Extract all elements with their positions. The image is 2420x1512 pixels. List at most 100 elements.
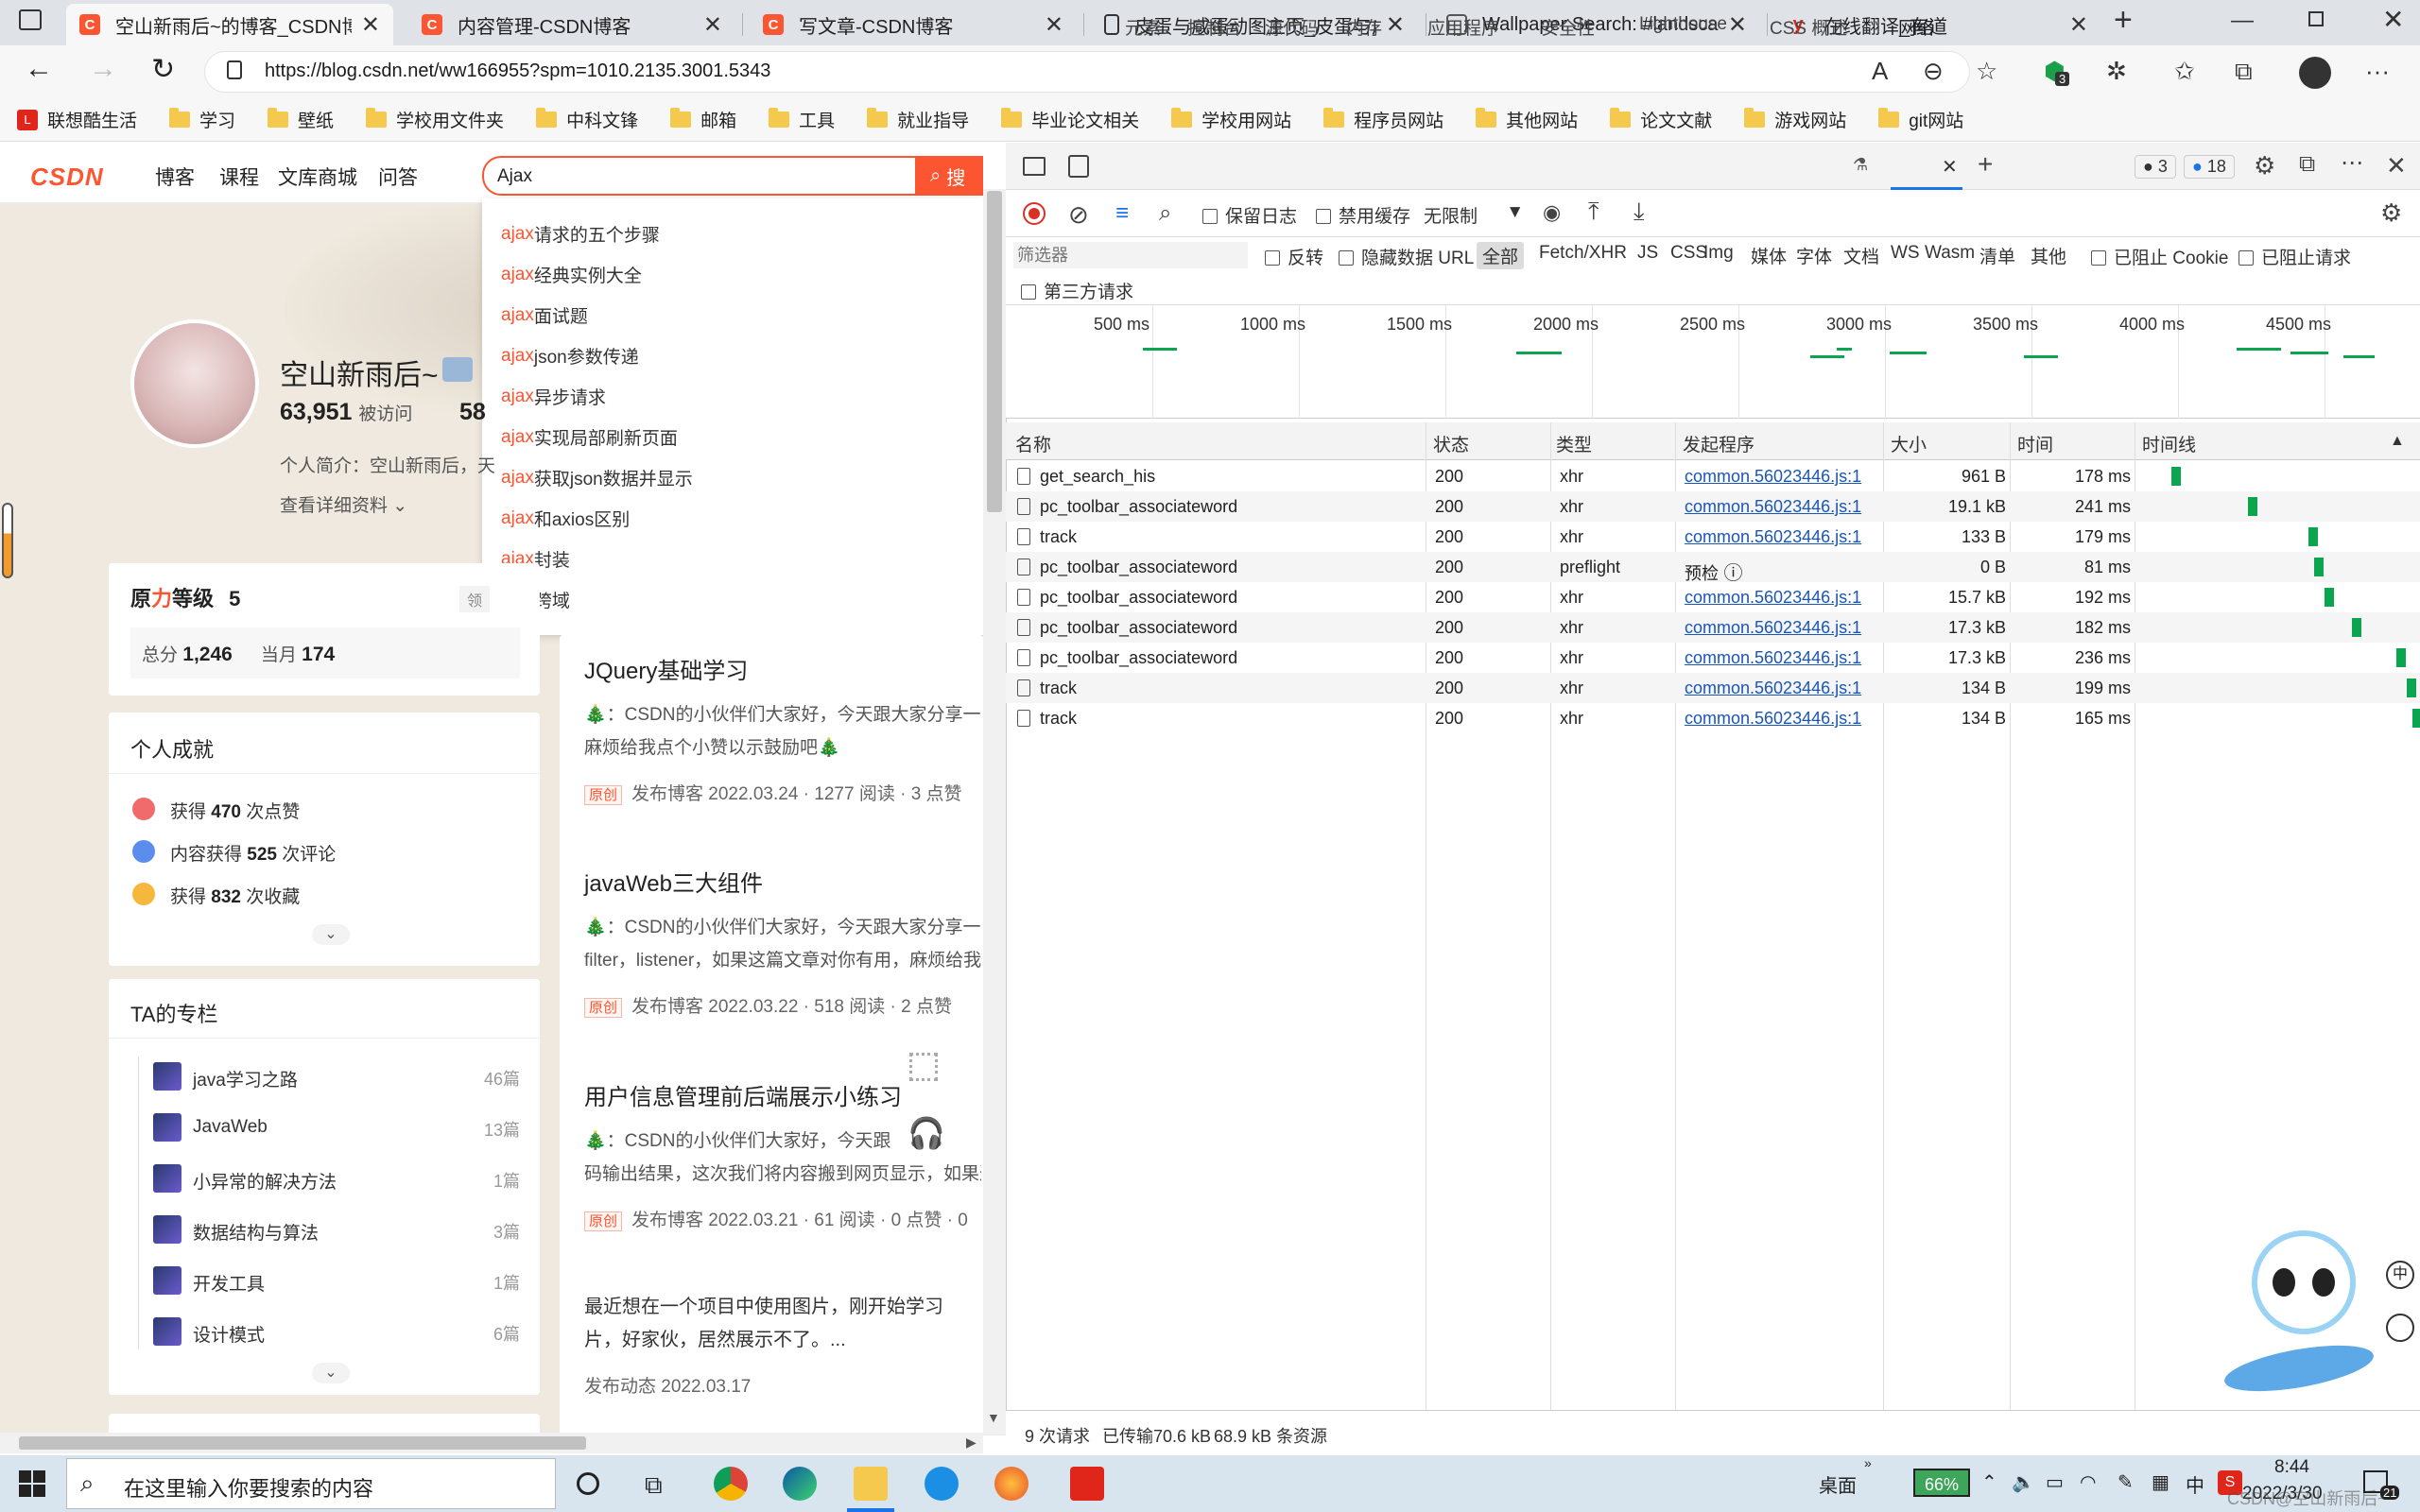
- zoom-icon[interactable]: ⊖: [1923, 57, 1944, 86]
- column-item-name[interactable]: 开发工具: [193, 1270, 265, 1296]
- column-header-0[interactable]: 名称: [1015, 431, 1051, 456]
- devtools-tab-3[interactable]: 内存: [1346, 14, 1382, 40]
- inspect-element-icon[interactable]: [1023, 157, 1046, 176]
- avatar-image[interactable]: [130, 319, 259, 448]
- column-item-name[interactable]: java学习之路: [193, 1066, 298, 1091]
- column-header-4[interactable]: 大小: [1891, 431, 1927, 456]
- bookmark-item[interactable]: 工具: [769, 107, 835, 132]
- cortana-icon[interactable]: [577, 1472, 599, 1495]
- url-text[interactable]: https://blog.csdn.net/ww166955?spm=1010.…: [265, 60, 770, 82]
- view-detail-link[interactable]: 查看详细资料 ⌄: [280, 491, 407, 517]
- xmind-icon[interactable]: [1070, 1467, 1104, 1501]
- preserve-log-checkbox[interactable]: 保留日志: [1202, 202, 1297, 228]
- clock-time[interactable]: 8:44: [2274, 1457, 2309, 1478]
- devtools-tab-5[interactable]: 安全性: [1541, 14, 1595, 40]
- network-request-row[interactable]: pc_toolbar_associateword 200 xhr common.560…: [1006, 582, 2420, 612]
- messages-counter[interactable]: ● 18: [2184, 155, 2235, 179]
- record-icon[interactable]: [1023, 202, 1046, 225]
- request-initiator[interactable]: common.56023446.js:1: [1685, 497, 1861, 517]
- favorites-icon[interactable]: ✩: [2174, 57, 2195, 86]
- qrcode-icon[interactable]: [909, 1053, 938, 1081]
- network-filter-input[interactable]: [1013, 242, 1248, 268]
- bookmark-item[interactable]: git网站: [1878, 107, 1963, 132]
- csdn-search-input[interactable]: Ajax: [482, 156, 917, 196]
- column-item-name[interactable]: JavaWeb: [193, 1117, 268, 1138]
- close-network-tab-icon[interactable]: ✕: [1942, 155, 1958, 179]
- bookmark-item[interactable]: L 联想酷生活: [17, 107, 137, 132]
- battery-indicator[interactable]: 66%: [1913, 1469, 1970, 1497]
- read-aloud-icon[interactable]: A: [1872, 57, 1888, 86]
- side-slider-handle[interactable]: [2, 503, 13, 578]
- collections-icon[interactable]: ⧉: [2235, 57, 2253, 87]
- page-hscroll-thumb[interactable]: [19, 1436, 586, 1450]
- edge-icon[interactable]: [783, 1467, 817, 1501]
- suggestion-item[interactable]: ajax 和axios区别: [482, 498, 983, 539]
- bookmark-item[interactable]: 就业指导: [867, 107, 969, 132]
- hide-data-url-checkbox[interactable]: 隐藏数据 URL: [1339, 244, 1474, 269]
- type-filter-7[interactable]: 文档: [1838, 242, 1885, 269]
- throttle-select[interactable]: 无限制 ▼: [1424, 202, 1524, 227]
- column-item-name[interactable]: 设计模式: [193, 1321, 265, 1347]
- column-header-2[interactable]: 类型: [1556, 431, 1592, 456]
- issues-counter[interactable]: ● 3: [2135, 155, 2176, 179]
- search-network-icon[interactable]: ⌕: [1159, 200, 1171, 227]
- close-tab-icon[interactable]: ✕: [2069, 11, 2088, 39]
- pen-icon[interactable]: ✎: [2118, 1470, 2134, 1494]
- article-item[interactable]: JQuery基础学习 🎄：CSDN的小伙伴们大家好，今天跟大家分享一 麻烦给我点个小…: [584, 652, 981, 805]
- back-icon[interactable]: ←: [25, 53, 53, 85]
- close-tab-icon[interactable]: ✕: [1045, 11, 1063, 39]
- refresh-icon[interactable]: ↻: [151, 53, 175, 86]
- devtools-more-icon[interactable]: ⋯: [2341, 149, 2363, 177]
- devtools-tab-0[interactable]: 元素: [1125, 14, 1161, 40]
- close-tab-icon[interactable]: ✕: [1386, 11, 1405, 39]
- article-item[interactable]: 用户信息管理前后端展示小练习 🎄：CSDN的小伙伴们大家好，今天跟 码输出结果，这…: [584, 1078, 981, 1231]
- preflight-icon[interactable]: ⓘ: [1719, 563, 1743, 584]
- bookmark-item[interactable]: 中科文锋: [536, 107, 638, 132]
- volume-icon[interactable]: 🔈: [2012, 1470, 2035, 1494]
- chrome-icon[interactable]: [714, 1467, 748, 1501]
- request-initiator[interactable]: common.56023446.js:1: [1685, 618, 1861, 638]
- bookmark-item[interactable]: 毕业论文相关: [1001, 107, 1139, 132]
- suggestion-item[interactable]: ajax json参数传递: [482, 335, 983, 376]
- network-request-row[interactable]: track 200 xhr common.56023446.js:1 133 B 179 …: [1006, 522, 2420, 552]
- network-icon[interactable]: ▦: [2152, 1470, 2169, 1494]
- favorite-add-icon[interactable]: ☆: [1976, 57, 1997, 86]
- import-har-icon[interactable]: ⤒: [1588, 197, 1599, 227]
- power-icon[interactable]: ▭: [2046, 1470, 2064, 1494]
- close-tab-icon[interactable]: ✕: [703, 11, 722, 39]
- suggestion-item[interactable]: ajax 面试题: [482, 295, 983, 335]
- disable-cache-checkbox[interactable]: 禁用缓存: [1316, 202, 1410, 228]
- csdn-logo[interactable]: CSDN: [30, 163, 104, 192]
- scroll-right-arrow[interactable]: ▶: [966, 1435, 977, 1451]
- filter-icon[interactable]: ≡: [1115, 200, 1129, 227]
- article-item[interactable]: javaWeb三大组件 🎄：CSDN的小伙伴们大家好，今天跟大家分享一下 filte…: [584, 865, 981, 1018]
- type-filter-10[interactable]: 清单: [1974, 242, 2021, 269]
- column-item-name[interactable]: 数据结构与算法: [193, 1219, 319, 1245]
- ime-indicator[interactable]: 中: [2186, 1470, 2204, 1498]
- request-initiator[interactable]: common.56023446.js:1: [1685, 648, 1861, 668]
- blocked-requests-checkbox[interactable]: 已阻止请求: [2238, 244, 2351, 269]
- browser-tab-1[interactable]: C 内容管理-CSDN博客 ✕: [408, 4, 735, 45]
- column-header-6[interactable]: 时间线: [2142, 431, 2196, 456]
- network-conditions-icon[interactable]: ◉: [1543, 200, 1561, 225]
- bookmark-item[interactable]: 其他网站: [1476, 107, 1578, 132]
- bookmark-item[interactable]: 学校用网站: [1171, 107, 1291, 132]
- type-filter-4[interactable]: Img: [1698, 242, 1739, 265]
- wifi-icon[interactable]: ◠: [2080, 1470, 2096, 1494]
- tab-actions-icon[interactable]: [19, 9, 42, 30]
- type-filter-11[interactable]: 其他: [2025, 242, 2072, 269]
- column-header-1[interactable]: 状态: [1433, 431, 1469, 456]
- firefox-icon[interactable]: [994, 1467, 1028, 1501]
- ime-tool-icon[interactable]: [2386, 1314, 2414, 1342]
- devtools-tab-6[interactable]: Lighthouse: [1639, 14, 1727, 35]
- suggestion-item[interactable]: ajax跨域: [482, 579, 983, 620]
- request-initiator[interactable]: common.56023446.js:1: [1685, 679, 1861, 698]
- type-filter-2[interactable]: JS: [1632, 242, 1664, 265]
- devtools-tab-2[interactable]: 源代码: [1265, 14, 1319, 40]
- extensions-icon[interactable]: ✲: [2106, 57, 2127, 86]
- bookmark-item[interactable]: 壁纸: [268, 107, 334, 132]
- blocked-cookie-checkbox[interactable]: 已阻止 Cookie: [2091, 244, 2228, 269]
- ie-browser-icon[interactable]: [925, 1467, 959, 1501]
- csdn-nav-0[interactable]: 博客: [155, 163, 195, 191]
- more-menu-icon[interactable]: ···: [2365, 57, 2390, 86]
